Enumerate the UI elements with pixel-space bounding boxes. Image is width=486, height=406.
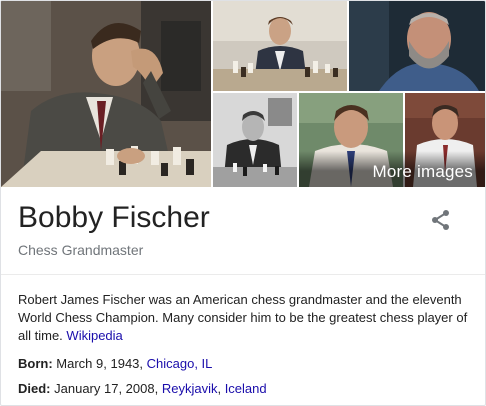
wikipedia-link[interactable]: Wikipedia [66,328,122,343]
photo-older-man[interactable] [349,1,485,91]
fact-born-label: Born: [18,356,53,371]
fact-born: Born: March 9, 1943, Chicago, IL [18,355,212,373]
image-gallery: More images [1,1,485,187]
fact-born-date: March 9, 1943, [56,356,144,371]
fact-died-country-link[interactable]: Iceland [225,381,267,396]
fact-died-label: Died: [18,381,51,396]
more-images-button[interactable]: More images [299,151,485,187]
fact-died-city-link[interactable]: Reykjavik [162,381,218,396]
more-images-label: More images [372,162,473,181]
knowledge-panel: More images Bobby Fischer Chess Grandmas… [0,0,486,406]
photo-chessboard-suit[interactable] [213,1,347,91]
fact-died-date: January 17, 2008, [54,381,159,396]
fact-born-place-link[interactable]: Chicago, IL [147,356,213,371]
entity-title: Bobby Fischer [18,201,210,234]
fact-died-separator: , [217,381,225,396]
divider [1,274,485,275]
share-icon [432,210,449,230]
fact-died: Died: January 17, 2008, Reykjavik, Icela… [18,380,267,398]
photo-main-chess-player[interactable] [1,1,211,187]
entity-description: Robert James Fischer was an American che… [18,291,470,345]
share-button[interactable] [429,208,453,232]
photo-bw-chessboard[interactable] [213,93,297,187]
entity-subtitle: Chess Grandmaster [18,242,144,258]
